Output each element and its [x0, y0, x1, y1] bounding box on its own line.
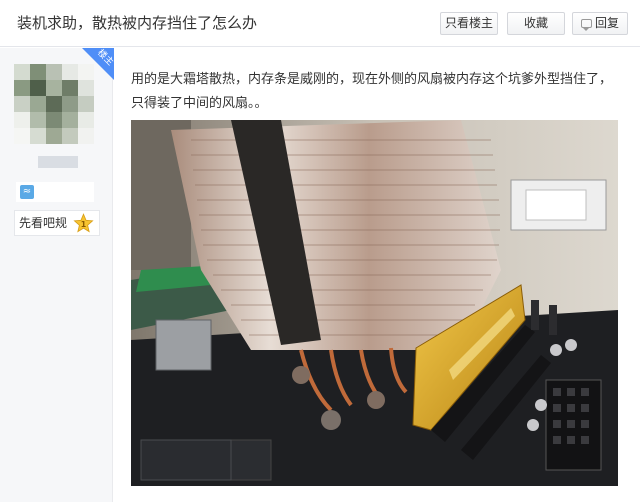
reply-icon [580, 19, 592, 31]
photo-mount-screw [321, 410, 341, 430]
avatar-pixel [78, 128, 94, 144]
photo-board-chip [140, 439, 232, 481]
avatar-pixel [46, 128, 62, 144]
star-value: 1 [81, 220, 86, 229]
avatar-pixel [30, 80, 46, 96]
user-column: 楼主 ≈ 先看吧规 1 [0, 48, 114, 502]
star-icon: 1 [73, 213, 94, 233]
reply-label: 回复 [594, 16, 619, 30]
thread-header: 装机求助，散热被内存挡住了怎么办 只看楼主 收藏 回复 [0, 0, 640, 47]
avatar-pixel [30, 112, 46, 128]
avatar-pixel [30, 128, 46, 144]
avatar-pixel [78, 80, 94, 96]
level-wave-icon: ≈ [20, 185, 34, 199]
rules-medal[interactable]: 先看吧规 1 [14, 210, 100, 236]
avatar-pixel [62, 112, 78, 128]
avatar-pixel [78, 112, 94, 128]
photo-io-shield [155, 319, 212, 371]
level-row: ≈ [16, 182, 94, 202]
photo-mount-screw [292, 366, 310, 384]
photo-capacitor [550, 344, 562, 356]
avatar-pixel [46, 80, 62, 96]
avatar-pixel [14, 112, 30, 128]
avatar-pixel [14, 96, 30, 112]
photo-capacitor [527, 419, 539, 431]
medal-label: 先看吧规 [19, 216, 68, 230]
photo-power-socket [525, 189, 587, 221]
op-badge: 楼主 [82, 48, 114, 80]
photo-capacitor [565, 339, 577, 351]
post-content: 用的是大霜塔散热，内存条是威刚的，现在外侧的风扇被内存这个坑爹外型挡住了，只得装… [131, 72, 613, 111]
photo-capacitor [535, 399, 547, 411]
thread-title: 装机求助，散热被内存挡住了怎么办 [17, 14, 258, 32]
reply-button[interactable]: 回复 [572, 12, 628, 35]
avatar-pixel [62, 64, 78, 80]
avatar-pixel [30, 64, 46, 80]
photo-ram-latch [531, 300, 539, 330]
avatar-pixel [30, 96, 46, 112]
avatar-pixel [78, 96, 94, 112]
avatar-pixel [14, 64, 30, 80]
collect-button[interactable]: 收藏 [507, 12, 565, 35]
avatar-pixel [62, 128, 78, 144]
avatar-pixel [62, 96, 78, 112]
photo-illustration [131, 120, 618, 486]
only-op-button[interactable]: 只看楼主 [440, 12, 498, 35]
avatar-pixel [46, 112, 62, 128]
username-blurred[interactable] [38, 156, 78, 168]
avatar-pixel [62, 80, 78, 96]
post-photo[interactable] [131, 120, 618, 486]
avatar-pixel [46, 64, 62, 80]
avatar-pixel [14, 80, 30, 96]
photo-mount-screw [367, 391, 385, 409]
photo-ram-latch [549, 305, 557, 335]
avatar-pixel [46, 96, 62, 112]
avatar-pixel [14, 128, 30, 144]
